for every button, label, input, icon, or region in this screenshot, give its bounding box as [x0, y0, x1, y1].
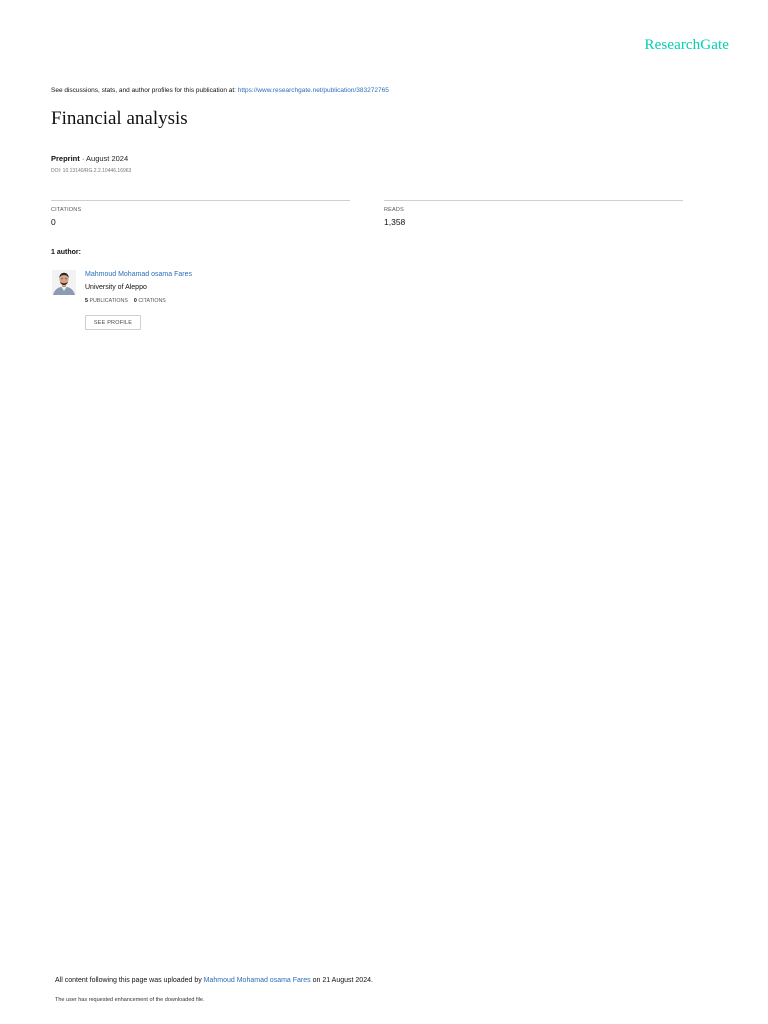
avatar-portrait-icon [52, 270, 76, 295]
uploader-link[interactable]: Mahmoud Mohamad osama Fares [204, 977, 311, 984]
upload-prefix: All content following this page was uplo… [55, 977, 204, 984]
author-publications-label: PUBLICATIONS [89, 298, 128, 304]
see-profile-button[interactable]: SEE PROFILE [85, 315, 141, 330]
author-institution: University of Aleppo [85, 284, 147, 291]
reads-value: 1,358 [384, 217, 406, 227]
publication-doi: DOI: 10.13140/RG.2.2.10446.16963 [51, 168, 132, 174]
reads-label: READS [384, 207, 404, 213]
upload-notice: All content following this page was uplo… [55, 977, 373, 984]
discussions-prefix: See discussions, stats, and author profi… [51, 87, 238, 94]
author-citations-label: CITATIONS [138, 298, 166, 304]
reads-divider [384, 200, 683, 201]
enhancement-notice: The user has requested enhancement of th… [55, 997, 205, 1003]
publication-date: August 2024 [86, 154, 129, 163]
researchgate-logo[interactable]: ResearchGate [645, 37, 729, 54]
author-citations-count: 0 [133, 298, 137, 304]
author-stats: 5 PUBLICATIONS 0 CITATIONS [85, 298, 166, 304]
citations-label: CITATIONS [51, 207, 82, 213]
author-avatar[interactable] [52, 270, 76, 295]
author-publications-count: 5 [85, 298, 88, 304]
citations-divider [51, 200, 350, 201]
publication-type: Preprint [51, 154, 80, 163]
publication-url-link[interactable]: https://www.researchgate.net/publication… [238, 87, 389, 94]
author-name-link[interactable]: Mahmoud Mohamad osama Fares [85, 271, 192, 278]
discussions-line: See discussions, stats, and author profi… [51, 87, 389, 94]
upload-suffix: on 21 August 2024. [310, 977, 373, 984]
authors-heading: 1 author: [51, 249, 81, 256]
publication-title: Financial analysis [51, 108, 188, 129]
citations-value: 0 [51, 217, 56, 227]
publication-meta: Preprint · August 2024 [51, 154, 128, 163]
